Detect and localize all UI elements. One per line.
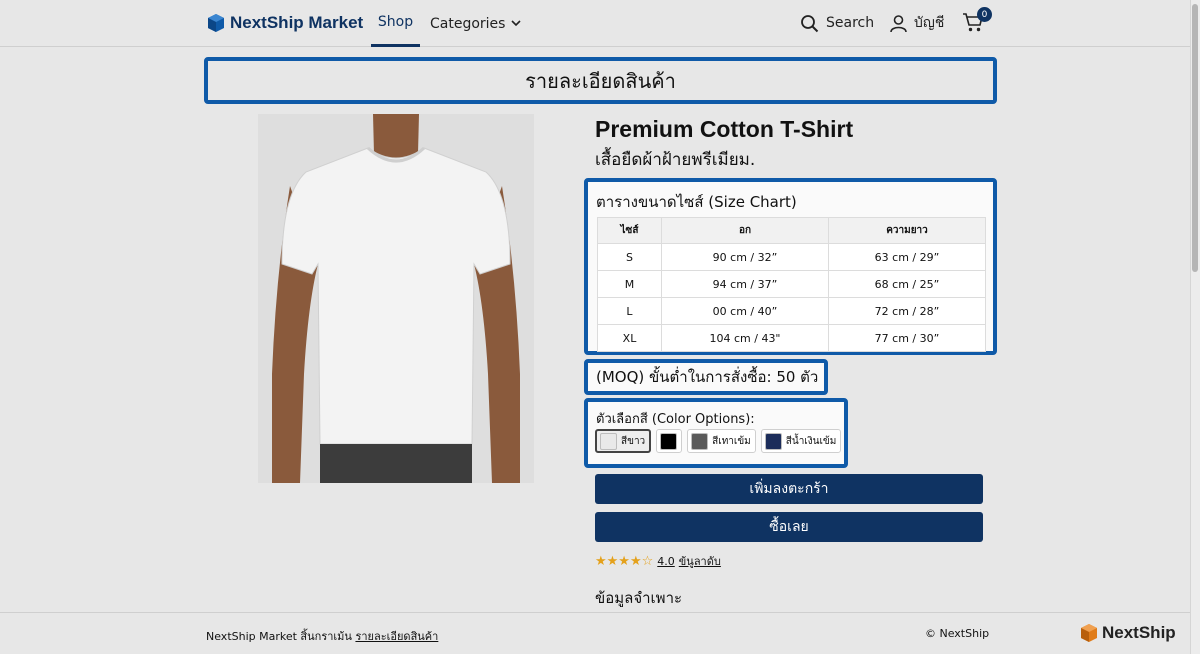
table-row: XL 104 cm / 43" 77 cm / 30” (597, 324, 986, 352)
nav-categories-label: Categories (430, 15, 506, 32)
color-option-label: สีน้ำเงินเข้ม (785, 435, 837, 447)
cube-logo-icon (1081, 624, 1097, 642)
user-icon (890, 14, 907, 32)
color-swatch-list: สีขาว สีเทาเข้ม สีน้ำเงินเข้ม (595, 429, 842, 453)
size-chart-title: ตารางขนาดไซส์ (Size Chart) (596, 193, 797, 211)
specifications-heading: ข้อมูลจำเพาะ (595, 589, 683, 607)
column-header-chest: อก (661, 217, 829, 244)
color-option-dark-gray[interactable]: สีเทาเข้ม (687, 429, 756, 453)
brand-name: NextShip Market (230, 13, 364, 32)
table-cell: 77 cm / 30” (828, 324, 986, 352)
table-header-row: ไซส์ อก ความยาว (597, 217, 986, 244)
color-chip (600, 432, 617, 450)
column-header-length: ความยาว (828, 217, 986, 244)
product-rating: ★★★★☆ 4.0 ข้นูลาดับ (595, 552, 721, 570)
table-row: M 94 cm / 37” 68 cm / 25” (597, 270, 986, 298)
search-button[interactable]: Search (800, 12, 874, 34)
nav-shop[interactable]: Shop (371, 0, 420, 47)
product-image (258, 114, 534, 483)
footer-text: NextShip Market สิ้นกราเม้น (206, 630, 352, 643)
table-cell: 63 cm / 29” (828, 243, 986, 271)
color-option-label: สีเทาเข้ม (712, 435, 751, 447)
nav-categories[interactable]: Categories (430, 0, 522, 47)
color-options-title: ตัวเลือกสี (Color Options): (596, 412, 755, 427)
reviews-link[interactable]: ข้นูลาดับ (679, 552, 721, 570)
table-row: L 00 cm / 40” 72 cm / 28” (597, 297, 986, 325)
table-cell: 90 cm / 32” (661, 243, 829, 271)
cube-logo-icon (208, 14, 224, 32)
color-option-navy[interactable]: สีน้ำเงินเข้ม (760, 429, 842, 453)
top-navbar: NextShip Market Shop Categories Search บ… (0, 0, 1190, 47)
footer-breadcrumb: NextShip Market สิ้นกราเม้น รายละเอียดสิ… (206, 627, 438, 645)
footer-link[interactable]: รายละเอียดสินค้า (355, 630, 438, 643)
color-option-black[interactable] (656, 429, 683, 453)
account-label: บัญชี (914, 15, 945, 31)
tshirt-model-illustration (258, 114, 534, 483)
table-cell: XL (597, 324, 662, 352)
table-cell: 94 cm / 37” (661, 270, 829, 298)
table-cell: 72 cm / 28” (828, 297, 986, 325)
size-chart-panel: ตารางขนาดไซส์ (Size Chart) ไซส์ อก ความย… (584, 178, 997, 355)
footer-brand-logo: NextShip (1080, 623, 1176, 643)
product-title: Premium Cotton T-Shirt (595, 116, 854, 142)
account-button[interactable]: บัญชี (889, 12, 944, 34)
table-row: S 90 cm / 32” 63 cm / 29” (597, 243, 986, 271)
table-cell: M (597, 270, 662, 298)
table-cell: 00 cm / 40” (661, 297, 829, 325)
color-chip (764, 432, 782, 450)
color-option-label: สีขาว (621, 435, 646, 447)
scrollbar-thumb[interactable] (1192, 4, 1198, 272)
footer: NextShip Market สิ้นกราเม้น รายละเอียดสิ… (0, 612, 1190, 654)
table-cell: 104 cm / 43" (661, 324, 829, 352)
footer-brand-name: NextShip (1102, 623, 1176, 642)
column-header-size: ไซส์ (597, 217, 662, 244)
cart-count-badge: 0 (977, 7, 992, 22)
search-label: Search (826, 15, 875, 31)
color-option-white[interactable]: สีขาว (595, 429, 652, 453)
rating-value[interactable]: 4.0 (657, 555, 675, 568)
table-cell: S (597, 243, 662, 271)
search-icon (801, 14, 819, 32)
color-chip (660, 432, 678, 450)
rating-stars-icon: ★★★★☆ (595, 553, 654, 569)
color-chip (691, 432, 709, 450)
moq-info: (MOQ) ขั้นต่ำในการสั่งซื้อ: 50 ตัว (584, 359, 828, 395)
size-chart-table: ไซส์ อก ความยาว S 90 cm / 32” 63 cm / 29… (597, 217, 986, 352)
footer-copyright: © NextShip (925, 627, 990, 640)
product-subtitle: เสื้อยืดผ้าฝ้ายพรีเมียม. (595, 150, 756, 170)
table-cell: L (597, 297, 662, 325)
buy-now-button[interactable]: ซื้อเลย (595, 512, 983, 542)
color-options-panel: ตัวเลือกสี (Color Options): สีขาว สีเทาเ… (584, 398, 848, 468)
chevron-down-icon (511, 20, 522, 27)
table-cell: 68 cm / 25” (828, 270, 986, 298)
brand-logo[interactable]: NextShip Market (207, 11, 363, 35)
cart-button[interactable]: 0 (962, 7, 992, 34)
add-to-cart-button[interactable]: เพิ่มลงตะกร้า (595, 474, 983, 504)
page-heading: รายละเอียดสินค้า (204, 57, 997, 104)
